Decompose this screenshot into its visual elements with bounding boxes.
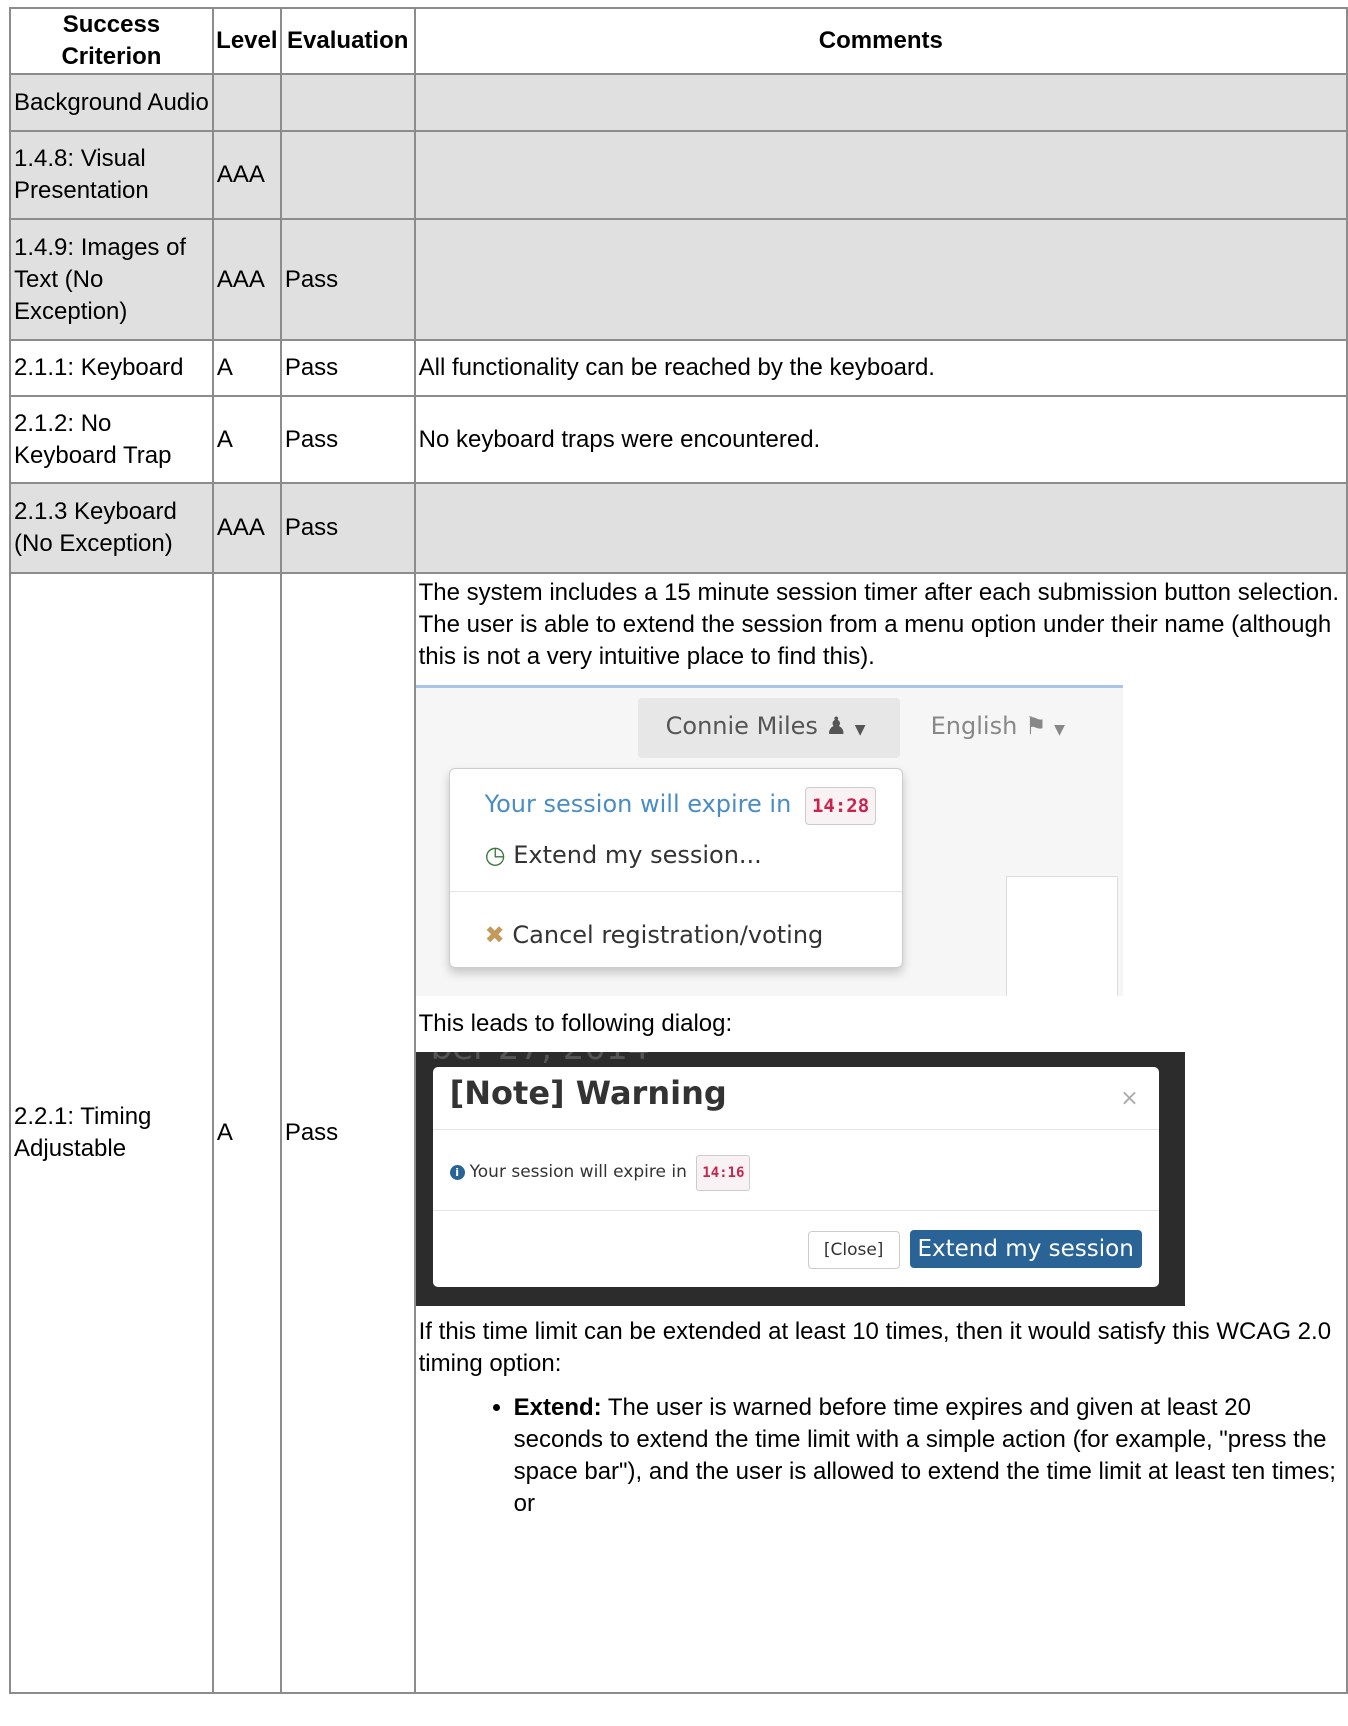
evaluation-cell: Pass (279, 482, 416, 574)
table-row: Background Audio (9, 73, 1348, 132)
comments-cell (413, 218, 1348, 341)
level-cell: AAA (211, 130, 282, 220)
timing-options-list: Extend: The user is warned before time e… (419, 1392, 1340, 1520)
header-level: Level (211, 7, 282, 75)
dialog-title: [Note] Warning (449, 1074, 727, 1112)
warning-dialog: [Note] Warning × i Your session will expi… (432, 1067, 1159, 1287)
criterion-cell: 1.4.9: Images of Text (No Exception) (9, 218, 214, 341)
conclusion-text: If this time limit can be extended at le… (418, 1318, 1332, 1377)
session-menu-screenshot: Connie Miles ♟ ▼ English ⚑ ▼ Your sessio… (415, 685, 1123, 996)
dialog-divider (432, 1129, 1159, 1130)
table-row: 1.4.8: Visual Presentation AAA (9, 130, 1348, 220)
evaluation-cell: Pass (279, 218, 416, 341)
dialog-message: i Your session will expire in 14:16 (449, 1155, 751, 1191)
caret-down-icon: ▼ (1054, 722, 1065, 738)
criterion-cell: 2.1.2: No Keyboard Trap (9, 395, 214, 484)
header-comments: Comments (413, 7, 1348, 75)
comments-cell: The system includes a 15 minute session … (413, 572, 1348, 1694)
level-cell: A (211, 572, 282, 1694)
dialog-footer-divider (432, 1210, 1159, 1211)
extend-session-item: ◷ Extend my session... (485, 839, 762, 871)
language-menu: English ⚑ ▼ (931, 710, 1065, 746)
criterion-cell: 2.1.3 Keyboard (No Exception) (9, 482, 214, 574)
info-icon: i (449, 1165, 465, 1180)
language-label: English (930, 712, 1018, 740)
level-cell: AAA (211, 482, 282, 574)
user-name: Connie Miles (665, 712, 818, 740)
caret-down-icon: ▼ (854, 722, 866, 738)
extend-session-button: Extend my session (909, 1230, 1142, 1268)
timing-intro: The system includes a 15 minute session … (418, 579, 1340, 670)
criterion-cell: Background Audio (9, 73, 214, 132)
background-date-text: ber 27, 2014 (431, 1052, 650, 1065)
dialog-timer: 14:16 (696, 1155, 751, 1191)
user-menu-label: Connie Miles ♟ ▼ (666, 710, 866, 746)
bullet-term: Extend: (513, 1394, 602, 1421)
comments-cell (413, 130, 1348, 220)
table-row: 2.1.3 Keyboard (No Exception) AAA Pass (9, 482, 1348, 574)
criterion-cell: 2.2.1: Timing Adjustable (9, 572, 214, 1694)
close-icon: ✖ (484, 921, 505, 949)
close-icon: × (1120, 1086, 1139, 1111)
cancel-registration-item: ✖ Cancel registration/voting (485, 919, 824, 951)
level-cell: AAA (211, 218, 282, 341)
bullet-text: The user is warned before time expires a… (513, 1394, 1336, 1517)
dialog-message-text: Your session will expire in (469, 1162, 687, 1182)
table-row: 2.1.1: Keyboard A Pass All functionality… (9, 339, 1348, 397)
evaluation-cell (279, 130, 416, 220)
session-timer: 14:28 (804, 787, 877, 825)
comments-cell: No keyboard traps were encountered. (413, 395, 1348, 484)
comments-cell (413, 73, 1348, 132)
criterion-cell: 1.4.8: Visual Presentation (9, 130, 214, 220)
evaluation-cell: Pass (279, 572, 416, 1694)
expire-label: Your session will expire in (484, 790, 792, 818)
evaluation-cell: Pass (279, 339, 416, 397)
menu-divider (449, 891, 902, 892)
close-button: [Close] (807, 1231, 900, 1269)
level-cell: A (211, 339, 282, 397)
comments-cell: All functionality can be reached by the … (413, 339, 1348, 397)
evaluation-table: Success Criterion Level Evaluation Comme… (9, 7, 1348, 1694)
table-row: 2.2.1: Timing Adjustable A Pass The syst… (9, 572, 1348, 1694)
extend-session-label: Extend my session... (513, 841, 762, 869)
evaluation-cell (279, 73, 416, 132)
warning-dialog-screenshot: ber 27, 2014 [Note] Warning × i Your sess… (415, 1052, 1185, 1306)
leads-text: This leads to following dialog: (418, 1010, 733, 1037)
session-expire-text: Your session will expire in 14:28 (485, 787, 877, 825)
comments-cell (413, 482, 1348, 574)
table-row: 1.4.9: Images of Text (No Exception) AAA… (9, 218, 1348, 341)
user-dropdown-menu: Your session will expire in 14:28 ◷ Exte… (448, 768, 903, 968)
level-cell: A (211, 395, 282, 484)
table-row: 2.1.2: No Keyboard Trap A Pass No keyboa… (9, 395, 1348, 484)
flag-icon: ⚑ (1024, 712, 1047, 740)
level-cell (211, 73, 282, 132)
header-evaluation: Evaluation (279, 7, 416, 75)
header-row: Success Criterion Level Evaluation Comme… (9, 7, 1348, 75)
criterion-cell: 2.1.1: Keyboard (9, 339, 214, 397)
cancel-registration-label: Cancel registration/voting (512, 921, 824, 949)
list-item: Extend: The user is warned before time e… (514, 1392, 1340, 1520)
evaluation-cell: Pass (279, 395, 416, 484)
clock-icon: ◷ (484, 841, 506, 869)
background-panel (1005, 876, 1118, 996)
header-success-criterion: Success Criterion (9, 7, 214, 75)
user-icon: ♟ (825, 712, 848, 740)
